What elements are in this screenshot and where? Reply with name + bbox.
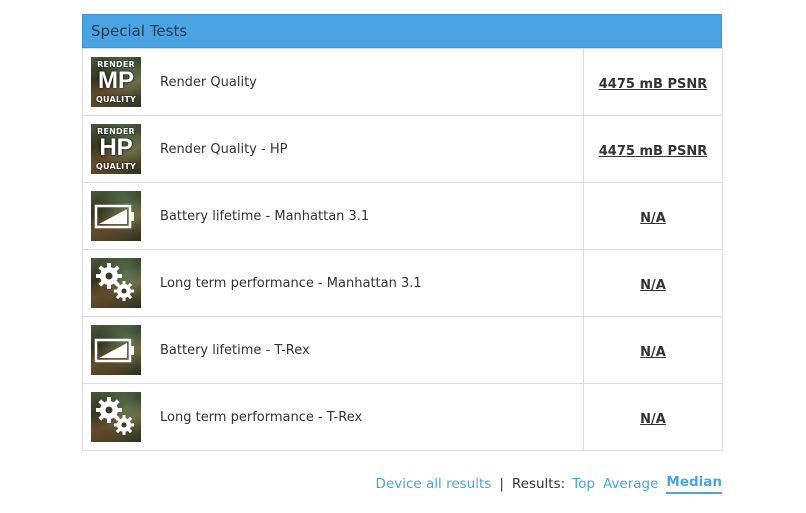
test-value-cell: N/A <box>583 383 723 451</box>
results-average-link[interactable]: Average <box>603 476 658 492</box>
results-top-link[interactable]: Top <box>572 476 595 492</box>
test-name: Battery lifetime - T-Rex <box>160 342 310 358</box>
test-name: Battery lifetime - Manhattan 3.1 <box>160 208 370 224</box>
results-table: RENDER MP QUALITY Render Quality 4475 mB… <box>82 48 723 451</box>
separator: | <box>499 476 504 492</box>
score-link[interactable]: 4475 mB PSNR <box>599 77 707 92</box>
gears-icon <box>91 258 141 308</box>
device-all-results-link[interactable]: Device all results <box>376 476 492 492</box>
test-value-cell: 4475 mB PSNR <box>583 115 723 183</box>
test-value-cell: 4475 mB PSNR <box>583 48 723 116</box>
special-tests-panel: Special Tests RENDER MP QUALITY Render Q… <box>82 14 723 451</box>
panel-header: Special Tests <box>82 14 722 48</box>
battery-icon <box>91 325 141 375</box>
test-name-cell: Long term performance - Manhattan 3.1 <box>82 249 584 317</box>
gears-icon <box>91 392 141 442</box>
results-median-link[interactable]: Median <box>666 474 722 494</box>
table-row: Long term performance - Manhattan 3.1 N/… <box>82 249 723 317</box>
results-label: Results: <box>511 476 566 492</box>
table-row: RENDER HP QUALITY Render Quality - HP 44… <box>82 115 723 183</box>
test-name-cell: RENDER MP QUALITY Render Quality <box>82 48 584 116</box>
test-value-cell: N/A <box>583 316 723 384</box>
battery-icon <box>91 191 141 241</box>
test-name-cell: Battery lifetime - Manhattan 3.1 <box>82 182 584 250</box>
table-row: Battery lifetime - T-Rex N/A <box>82 316 723 384</box>
test-value-cell: N/A <box>583 182 723 250</box>
table-row: Long term performance - T-Rex N/A <box>82 383 723 451</box>
score-link[interactable]: N/A <box>640 412 666 427</box>
test-name: Render Quality <box>160 74 257 90</box>
test-name: Render Quality - HP <box>160 141 288 157</box>
score-link[interactable]: 4475 mB PSNR <box>599 144 707 159</box>
render-hp-icon: RENDER HP QUALITY <box>91 124 141 174</box>
panel-title: Special Tests <box>91 22 188 40</box>
table-row: RENDER MP QUALITY Render Quality 4475 mB… <box>82 48 723 116</box>
test-name-cell: Battery lifetime - T-Rex <box>82 316 584 384</box>
results-footer: Device all results | Results: Top Averag… <box>376 474 722 494</box>
test-name: Long term performance - Manhattan 3.1 <box>160 275 422 291</box>
test-name: Long term performance - T-Rex <box>160 409 363 425</box>
table-row: Battery lifetime - Manhattan 3.1 N/A <box>82 182 723 250</box>
test-value-cell: N/A <box>583 249 723 317</box>
test-name-cell: Long term performance - T-Rex <box>82 383 584 451</box>
score-link[interactable]: N/A <box>640 345 666 360</box>
render-mp-icon: RENDER MP QUALITY <box>91 57 141 107</box>
score-link[interactable]: N/A <box>640 211 666 226</box>
test-name-cell: RENDER HP QUALITY Render Quality - HP <box>82 115 584 183</box>
score-link[interactable]: N/A <box>640 278 666 293</box>
